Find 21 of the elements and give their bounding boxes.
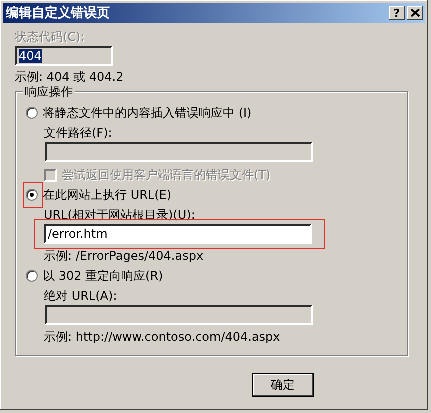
radio-button[interactable] [26, 270, 38, 282]
radio-button[interactable] [26, 189, 38, 201]
example-text: 示例: 404 或 404.2 [15, 69, 124, 85]
example-text: 示例: /ErrorPages/404.aspx [44, 248, 204, 264]
field-label: 绝对 URL(A): [44, 288, 118, 304]
close-button[interactable] [407, 6, 423, 20]
field-value: 404 [19, 49, 42, 63]
field-value: /error.htm [48, 227, 108, 241]
close-icon [410, 9, 420, 17]
status-code-label: 状态代码(C): [15, 29, 85, 45]
field-label: 文件路径(F): [44, 125, 112, 141]
ok-button[interactable]: 确定 [253, 374, 313, 396]
example-text: 示例: http://www.contoso.com/404.aspx [44, 329, 280, 345]
group-title: 响应操作 [23, 84, 75, 101]
radio-button[interactable] [26, 107, 38, 119]
radio-label[interactable]: 以 302 重定向响应(R) [43, 268, 164, 284]
help-button[interactable]: ? [389, 6, 405, 20]
text-field[interactable]: /error.htm [44, 224, 312, 244]
radio-label[interactable]: 在此网站上执行 URL(E) [43, 187, 172, 203]
window-title: 编辑自定义错误页 [6, 4, 110, 22]
radio-label[interactable]: 将静态文件中的内容插入错误响应中 (I) [43, 105, 252, 121]
